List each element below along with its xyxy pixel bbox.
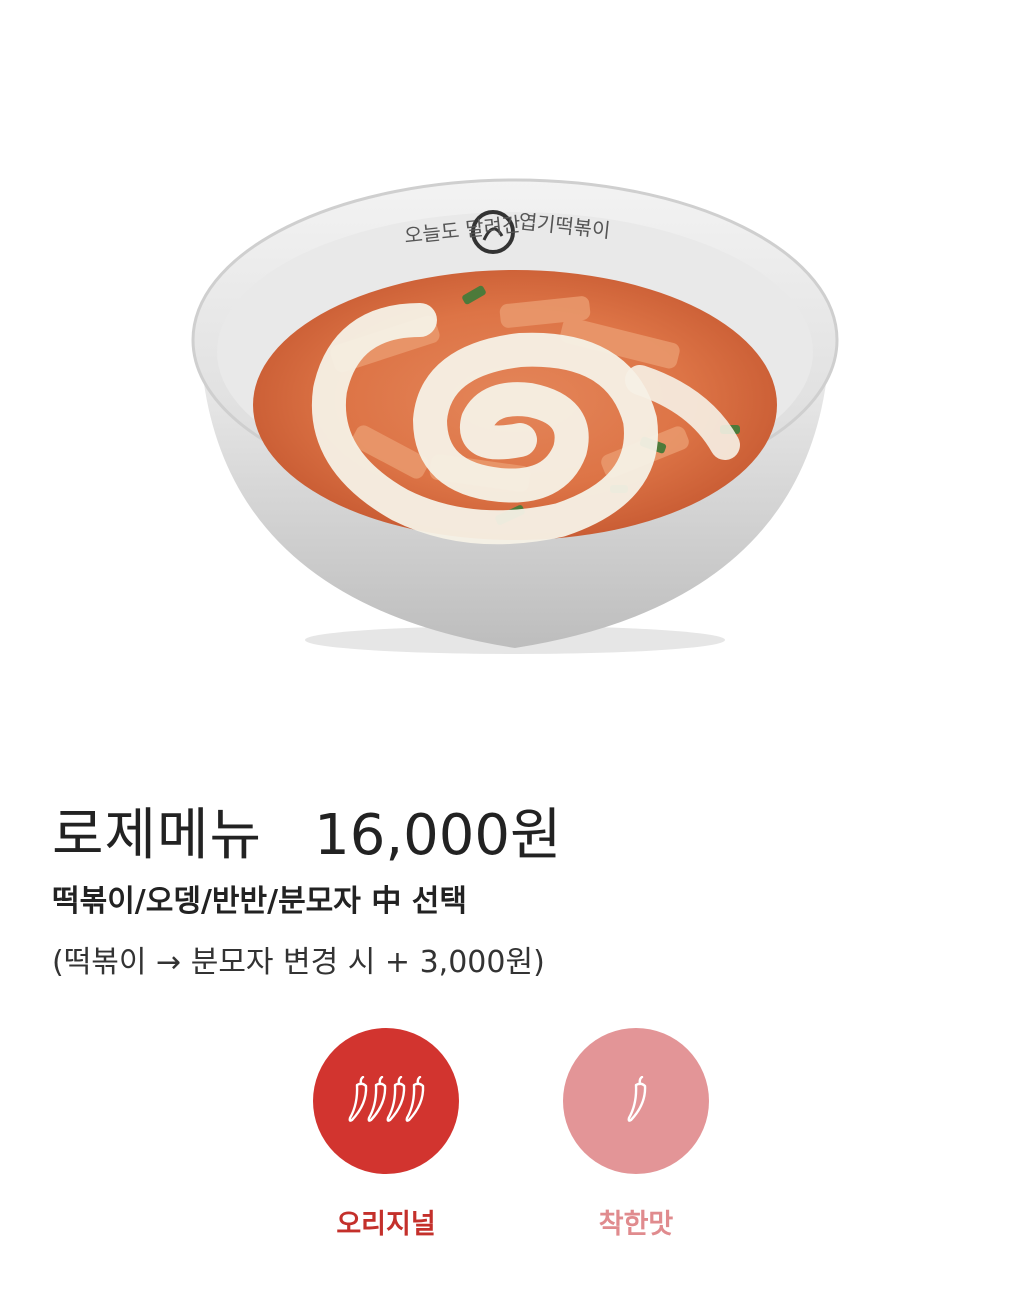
spice-option-label: 오리지널 bbox=[336, 1209, 436, 1240]
pepper-icon bbox=[348, 1076, 425, 1122]
spice-option-original[interactable]: 오리지널 bbox=[306, 1028, 466, 1241]
spice-level-circle[interactable] bbox=[313, 1028, 459, 1174]
spice-level-circle[interactable] bbox=[563, 1028, 709, 1174]
menu-title-row: 로제메뉴 16,000원 bbox=[52, 790, 562, 870]
spice-option-mild[interactable]: 착한맛 bbox=[556, 1028, 716, 1241]
menu-name: 로제메뉴 bbox=[52, 803, 263, 868]
spice-option-label: 착한맛 bbox=[598, 1209, 674, 1240]
menu-price: 16,000원 bbox=[314, 803, 562, 868]
menu-subtitle: 떡볶이/오뎅/반반/분모자 中 선택 bbox=[52, 884, 467, 919]
rose-tteokbokki-bowl-image: 오늘도 달려간 엽기떡볶이 bbox=[191, 178, 839, 654]
pepper-icon bbox=[627, 1076, 647, 1122]
product-image: 오늘도 달려간 엽기떡볶이 bbox=[0, 0, 1024, 720]
menu-price-note: (떡볶이 → 분모자 변경 시 + 3,000원) bbox=[52, 945, 545, 980]
